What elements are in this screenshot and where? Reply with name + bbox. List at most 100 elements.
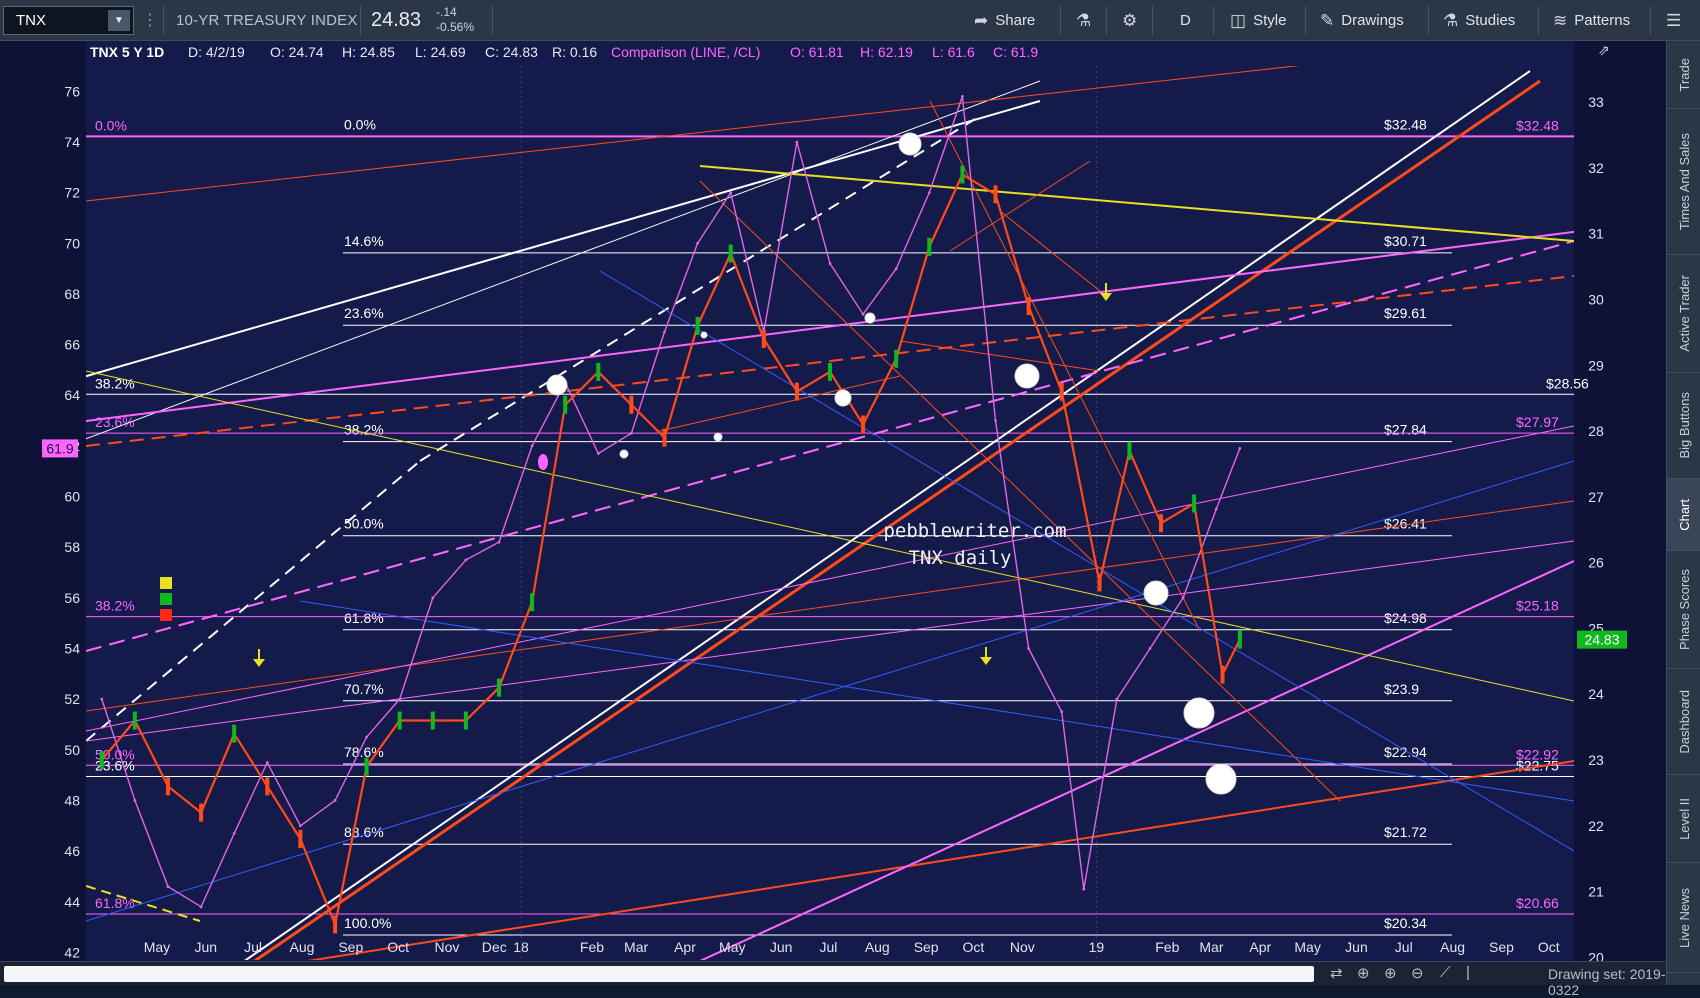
- zoom-out-icon[interactable]: ⊖: [1411, 964, 1424, 982]
- tnx-candle: [1026, 297, 1031, 316]
- patterns-icon: ≋: [1553, 10, 1568, 30]
- draw-line-icon[interactable]: ⟋: [1440, 964, 1451, 981]
- tab-dashboard[interactable]: Dashboard: [1667, 669, 1700, 775]
- instrument-name: 10-YR TREASURY INDEX: [176, 12, 358, 29]
- header-high: H: 24.85: [342, 44, 395, 60]
- marker-circle: [1014, 363, 1040, 389]
- fib-value-label: $24.98: [1384, 610, 1427, 626]
- comparison-point: [861, 312, 865, 316]
- tnx-candle: [629, 395, 634, 414]
- drawings-button[interactable]: ✎ Drawings: [1310, 0, 1414, 41]
- toolbar-divider: [360, 6, 361, 35]
- tnx-candle: [993, 185, 998, 204]
- comparison-point: [431, 596, 435, 600]
- left-tick-label: 56: [64, 590, 80, 606]
- comparison-point: [961, 94, 964, 98]
- tnx-candle: [662, 428, 667, 447]
- drawing-set-label: Drawing set: 2019-0322: [1548, 966, 1666, 998]
- collapse-icon[interactable]: ⇗: [1598, 42, 1610, 58]
- tab-times-and-sales[interactable]: Times And Sales: [1667, 109, 1700, 255]
- tnx-candle: [1159, 514, 1164, 533]
- chart-svg[interactable]: 0.0% $32.48 14.6% $30.71 23.6% $29.61 38.2% $27…: [0, 41, 1666, 961]
- x-tick-label: Mar: [1199, 939, 1223, 955]
- comparison-point: [1238, 447, 1242, 450]
- tnx-candle: [596, 362, 601, 381]
- tab-active-trader[interactable]: Active Trader: [1667, 255, 1700, 373]
- x-tick-label: 19: [1089, 939, 1105, 955]
- tab-phase-scores[interactable]: Phase Scores: [1667, 551, 1700, 669]
- marker-circle: [834, 389, 852, 407]
- cl-fib-value-label: $20.66: [1516, 895, 1559, 911]
- comparison-point: [1060, 710, 1064, 714]
- x-tick-label: Jul: [1395, 939, 1413, 955]
- tab-live-news[interactable]: Live News: [1667, 863, 1700, 973]
- right-tick-label: 23: [1588, 752, 1604, 768]
- tnx-candle: [199, 803, 204, 822]
- comparison-point: [166, 885, 170, 888]
- time-scrollbar[interactable]: [4, 966, 1314, 982]
- tab-big-buttons[interactable]: Big Buttons: [1667, 373, 1700, 479]
- patterns-button[interactable]: ≋ Patterns: [1543, 0, 1640, 41]
- style-button[interactable]: ◫ Style: [1220, 0, 1296, 41]
- chevron-down-icon[interactable]: ▼: [108, 10, 130, 31]
- crosshair-icon[interactable]: ⊕: [1357, 964, 1370, 982]
- side-rail: Trade Times And Sales Active Trader Big …: [1666, 41, 1700, 985]
- fib-pct-label: 61.8%: [344, 610, 384, 626]
- comparison-point: [199, 905, 203, 909]
- x-tick-label: 18: [513, 939, 529, 955]
- tab-chart[interactable]: Chart: [1667, 479, 1700, 551]
- symbol-input[interactable]: TNX ▼: [3, 6, 134, 35]
- header-comparison: Comparison (LINE, /CL): [611, 44, 760, 60]
- header-c-high: H: 62.19: [860, 44, 913, 60]
- studies-button[interactable]: ⚗ Studies: [1433, 0, 1525, 41]
- link-icon[interactable]: ⋮: [142, 10, 158, 30]
- marker-circle: [864, 312, 876, 324]
- tab-trade[interactable]: Trade: [1667, 41, 1700, 109]
- flask-button[interactable]: ⚗: [1066, 0, 1101, 41]
- tnx-candle: [298, 829, 303, 848]
- x-tick-label: Oct: [963, 939, 985, 955]
- left-tick-label: 48: [64, 792, 80, 808]
- zoom-in-icon[interactable]: ⊕: [1384, 964, 1397, 982]
- comparison-point: [629, 431, 633, 435]
- marker-circle: [898, 132, 922, 156]
- tnx-candle: [530, 593, 535, 612]
- separator-icon: |: [1466, 964, 1470, 981]
- toolbar-divider: [1538, 6, 1539, 35]
- comparison-point: [333, 799, 337, 802]
- share-button[interactable]: ➦ Share: [964, 0, 1045, 41]
- x-tick-label: Jun: [770, 939, 793, 955]
- x-tick-label: Jun: [195, 939, 218, 955]
- fib-value-label: $22.94: [1384, 744, 1427, 760]
- x-tick-label: Feb: [1155, 939, 1179, 955]
- left-tick-label: 66: [64, 337, 80, 353]
- chart-area[interactable]: 0.0% $32.48 14.6% $30.71 23.6% $29.61 38.2% $27…: [0, 41, 1666, 961]
- color-square: [160, 609, 172, 621]
- flask-icon: ⚗: [1076, 10, 1092, 30]
- pan-icon[interactable]: ⇄: [1330, 964, 1343, 982]
- left-tick-label: 76: [64, 83, 80, 99]
- tnx-candle: [1097, 573, 1102, 592]
- status-bar: ⇄ ⊕ ⊕ ⊖ ⟋ | Drawing set: 2019-0322: [0, 961, 1666, 998]
- left-tick-label: 44: [64, 894, 80, 910]
- toolbar-divider: [163, 6, 164, 35]
- x-tick-label: Sep: [914, 939, 939, 955]
- patterns-label: Patterns: [1574, 12, 1631, 29]
- tnx-candle: [894, 349, 899, 368]
- comparison-point: [596, 452, 600, 455]
- period-button[interactable]: D: [1170, 0, 1201, 41]
- menu-button[interactable]: ☰: [1656, 0, 1691, 41]
- x-tick-label: Aug: [1440, 939, 1465, 955]
- left-tick-label: 70: [64, 235, 80, 251]
- chart-background: [0, 41, 1666, 961]
- toolbar-divider: [1650, 6, 1651, 35]
- right-tick-label: 27: [1588, 489, 1604, 505]
- marker-circle: [1205, 763, 1237, 795]
- comparison-point: [1214, 507, 1218, 511]
- tab-level-ii[interactable]: Level II: [1667, 775, 1700, 863]
- settings-button[interactable]: ⚙: [1112, 0, 1147, 41]
- studies-label: Studies: [1465, 12, 1516, 29]
- marker-circle: [1183, 697, 1215, 729]
- change-value: -.14: [436, 5, 457, 19]
- x-tick-label: Feb: [580, 939, 604, 955]
